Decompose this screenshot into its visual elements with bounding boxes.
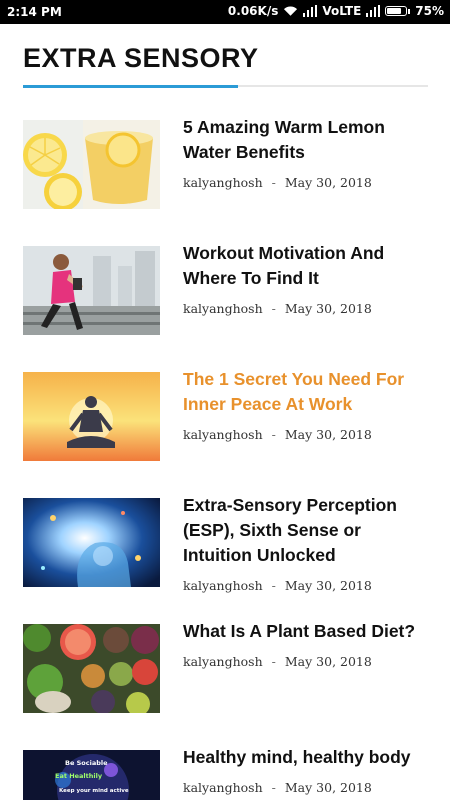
network-speed: 0.06K/s bbox=[227, 4, 279, 18]
cosmic-head-image[interactable] bbox=[23, 498, 160, 587]
article-author[interactable]: kalyanghosh bbox=[183, 654, 263, 669]
article-item[interactable]: Be Sociable Eat Healthily Keep your mind… bbox=[23, 747, 428, 800]
article-meta: kalyanghosh - May 30, 2018 bbox=[183, 427, 372, 442]
meta-separator: - bbox=[271, 427, 276, 442]
article-meta: kalyanghosh - May 30, 2018 bbox=[183, 301, 372, 316]
article-title[interactable]: What Is A Plant Based Diet? bbox=[183, 619, 423, 644]
meta-separator: - bbox=[271, 578, 276, 593]
article-meta: kalyanghosh - May 30, 2018 bbox=[183, 175, 372, 190]
article-title[interactable]: Workout Motivation And Where To Find It bbox=[183, 241, 423, 291]
thumb-text-3: Keep your mind active bbox=[59, 788, 129, 794]
article-title[interactable]: Healthy mind, healthy body bbox=[183, 745, 423, 770]
article-author[interactable]: kalyanghosh bbox=[183, 780, 263, 795]
network-type: VoLTE bbox=[322, 4, 362, 18]
article-meta: kalyanghosh - May 30, 2018 bbox=[183, 654, 372, 669]
meditation-image[interactable] bbox=[23, 372, 160, 461]
meta-separator: - bbox=[271, 780, 276, 795]
article-author[interactable]: kalyanghosh bbox=[183, 175, 263, 190]
article-date: May 30, 2018 bbox=[284, 578, 372, 593]
article-date: May 30, 2018 bbox=[284, 654, 372, 669]
article-item[interactable]: 5 Amazing Warm Lemon Water Benefits kaly… bbox=[23, 117, 428, 220]
article-meta: kalyanghosh - May 30, 2018 bbox=[183, 780, 372, 795]
article-title-highlighted[interactable]: The 1 Secret You Need For Inner Peace At… bbox=[183, 367, 423, 417]
wifi-icon bbox=[284, 6, 298, 16]
article-date: May 30, 2018 bbox=[284, 301, 372, 316]
article-item[interactable]: Extra-Sensory Perception (ESP), Sixth Se… bbox=[23, 495, 428, 598]
article-author[interactable]: kalyanghosh bbox=[183, 301, 263, 316]
article-item[interactable]: Workout Motivation And Where To Find It … bbox=[23, 243, 428, 346]
status-time: 2:14 PM bbox=[7, 5, 62, 19]
signal-icon-2 bbox=[366, 5, 381, 17]
article-meta: kalyanghosh - May 30, 2018 bbox=[183, 578, 372, 593]
title-accent-bar bbox=[23, 85, 238, 88]
thumb-text-2: Eat Healthily bbox=[55, 772, 103, 780]
article-item[interactable]: What Is A Plant Based Diet? kalyanghosh -… bbox=[23, 621, 428, 724]
article-author[interactable]: kalyanghosh bbox=[183, 427, 263, 442]
status-icons: 0.06K/s VoLTE 75% bbox=[228, 4, 444, 18]
article-date: May 30, 2018 bbox=[284, 175, 372, 190]
article-date: May 30, 2018 bbox=[284, 780, 372, 795]
status-bar: 2:14 PM 0.06K/s VoLTE 75% bbox=[0, 0, 450, 24]
healthy-mind-image[interactable]: Be Sociable Eat Healthily Keep your mind… bbox=[23, 750, 160, 800]
lemon-water-image[interactable] bbox=[23, 120, 160, 209]
battery-icon bbox=[385, 6, 411, 16]
section-title: EXTRA SENSORY bbox=[23, 43, 259, 73]
article-author[interactable]: kalyanghosh bbox=[183, 578, 263, 593]
battery-level: 75% bbox=[415, 4, 444, 18]
meta-separator: - bbox=[271, 301, 276, 316]
thumb-text-1: Be Sociable bbox=[65, 759, 108, 767]
meta-separator: - bbox=[271, 654, 276, 669]
meta-separator: - bbox=[271, 175, 276, 190]
runner-image[interactable] bbox=[23, 246, 160, 335]
vegetables-image[interactable] bbox=[23, 624, 160, 713]
article-item[interactable]: The 1 Secret You Need For Inner Peace At… bbox=[23, 369, 428, 472]
article-date: May 30, 2018 bbox=[284, 427, 372, 442]
article-title[interactable]: Extra-Sensory Perception (ESP), Sixth Se… bbox=[183, 493, 423, 568]
article-title[interactable]: 5 Amazing Warm Lemon Water Benefits bbox=[183, 115, 423, 165]
signal-icon bbox=[303, 5, 318, 17]
